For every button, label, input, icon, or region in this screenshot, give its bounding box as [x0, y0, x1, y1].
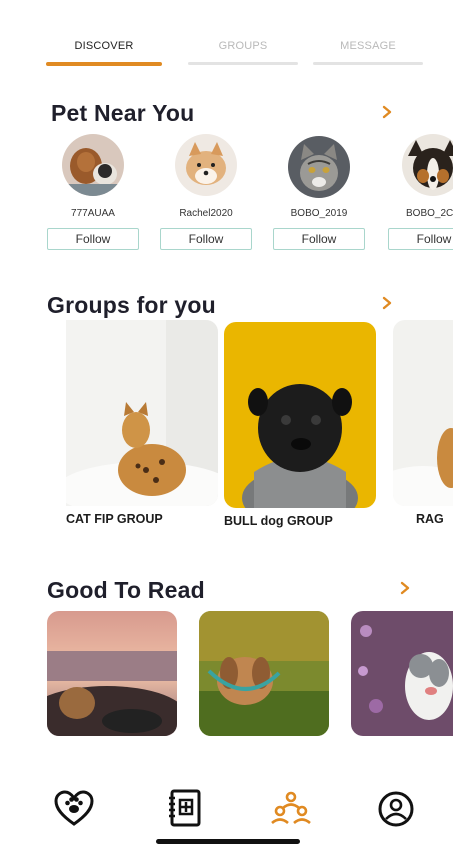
article-card-image[interactable] — [47, 611, 177, 736]
tab-discover-underline — [46, 62, 162, 66]
pet-card: Rachel2020 Follow — [160, 134, 252, 250]
pet-avatar[interactable] — [402, 134, 453, 196]
article-card-image[interactable] — [351, 611, 453, 736]
community-icon[interactable] — [270, 788, 312, 828]
pet-card: BOBO_2019 Follow — [273, 134, 365, 250]
tab-groups-underline — [188, 62, 298, 65]
pet-record-icon[interactable] — [165, 788, 205, 828]
groups-see-all-chevron-icon[interactable] — [380, 296, 394, 310]
group-label: BULL dog GROUP — [224, 514, 333, 528]
read-see-all-chevron-icon[interactable] — [398, 581, 412, 595]
group-label: RAG — [416, 512, 444, 526]
pet-name: BOBO_2019 — [290, 208, 348, 219]
read-section-title: Good To Read — [47, 577, 205, 603]
tab-discover-label: DISCOVER — [74, 40, 134, 52]
tab-message-label: MESSAGE — [340, 40, 396, 52]
pet-name: 777AUAA — [71, 208, 115, 219]
tab-groups[interactable]: GROUPS — [188, 40, 298, 65]
pet-name: BOBO_2C — [406, 208, 453, 219]
home-indicator — [156, 839, 300, 844]
tab-discover[interactable]: DISCOVER — [46, 40, 162, 66]
pet-card: 777AUAA Follow — [47, 134, 139, 250]
tab-message[interactable]: MESSAGE — [313, 40, 423, 65]
pet-card: BOBO_2C Follow — [386, 134, 453, 250]
group-card-image[interactable] — [224, 322, 376, 508]
tab-message-underline — [313, 62, 423, 65]
group-card-image[interactable] — [393, 320, 453, 506]
group-card-image[interactable] — [66, 320, 218, 506]
profile-icon[interactable] — [377, 790, 415, 828]
pets-section-title: Pet Near You — [51, 100, 195, 126]
tab-groups-label: GROUPS — [218, 40, 268, 52]
follow-button[interactable]: Follow — [388, 228, 453, 250]
paw-heart-icon[interactable] — [53, 788, 95, 830]
article-card-image[interactable] — [199, 611, 329, 736]
pets-see-all-chevron-icon[interactable] — [380, 105, 394, 119]
top-tabs: DISCOVER GROUPS MESSAGE — [0, 0, 453, 70]
group-label: CAT FIP GROUP — [66, 512, 163, 526]
follow-button[interactable]: Follow — [47, 228, 139, 250]
follow-button[interactable]: Follow — [273, 228, 365, 250]
pet-avatar[interactable] — [175, 134, 237, 196]
pet-avatar[interactable] — [288, 136, 350, 198]
follow-button[interactable]: Follow — [160, 228, 252, 250]
groups-section-title: Groups for you — [47, 292, 216, 318]
pet-avatar[interactable] — [62, 134, 124, 196]
pet-name: Rachel2020 — [179, 208, 233, 219]
